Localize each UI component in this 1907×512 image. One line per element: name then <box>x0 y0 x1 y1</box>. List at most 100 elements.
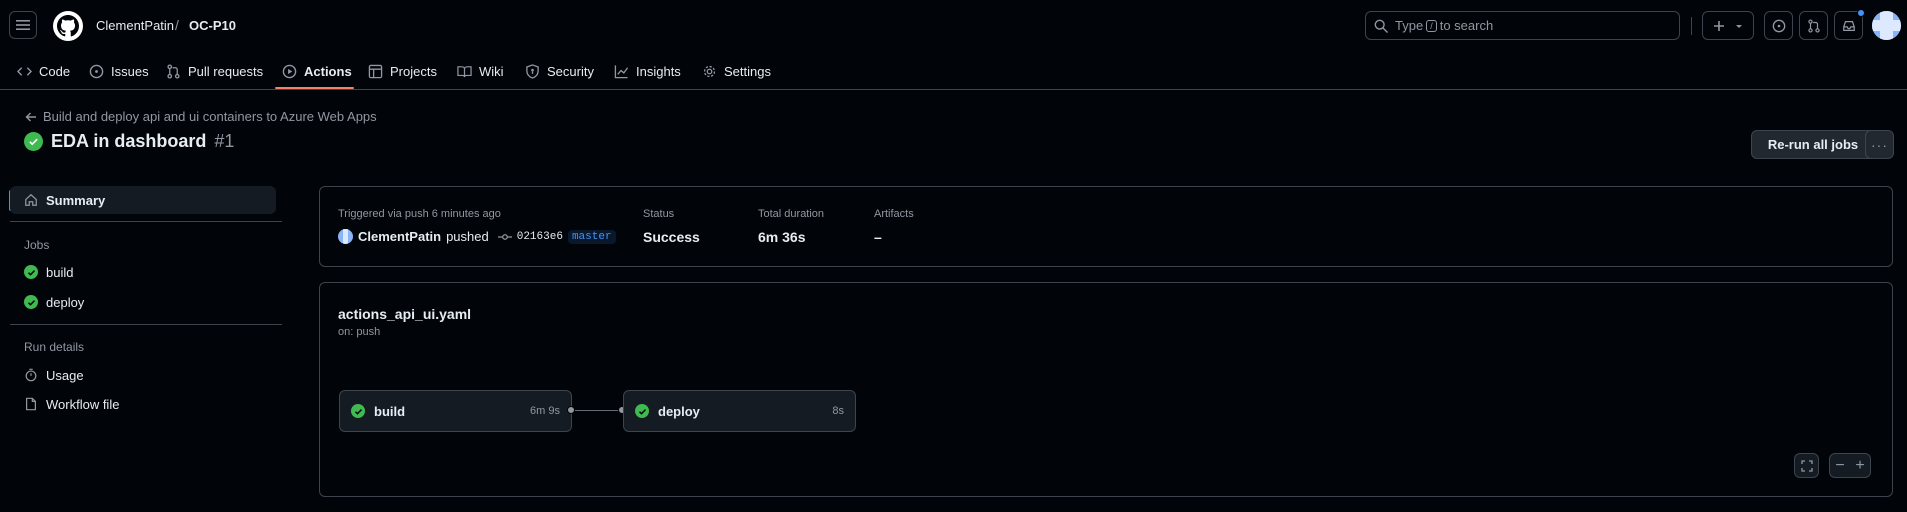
job-name: deploy <box>658 403 700 419</box>
zoom-out-button[interactable]: − <box>1835 457 1844 475</box>
search-shortcut-key: / <box>1426 19 1437 32</box>
success-check-icon <box>24 295 38 309</box>
sidebar-item-label: build <box>46 264 74 280</box>
your-pull-requests-button[interactable] <box>1799 11 1828 40</box>
zoom-controls: − + <box>1829 453 1871 478</box>
file-icon <box>26 397 36 411</box>
tab-projects-label: Projects <box>390 63 437 79</box>
tab-code[interactable]: Code <box>17 60 70 82</box>
menu-button[interactable] <box>9 11 37 39</box>
tab-actions-label: Actions <box>304 63 352 79</box>
active-tab-indicator <box>275 87 354 89</box>
jobs-heading: Jobs <box>24 238 50 252</box>
shield-icon <box>526 63 539 79</box>
tab-security[interactable]: Security <box>525 60 594 82</box>
user-avatar[interactable] <box>1872 11 1901 40</box>
run-summary-card: Triggered via push 6 minutes ago Clement… <box>319 186 1893 267</box>
screen-full-icon <box>1800 459 1813 472</box>
tab-insights-label: Insights <box>636 63 681 79</box>
job-card-build[interactable]: build 6m 9s <box>339 390 572 432</box>
job-name: build <box>374 403 406 419</box>
sidebar-divider <box>10 324 282 325</box>
search-icon <box>1374 19 1388 33</box>
arrow-left-icon <box>25 112 36 121</box>
github-logo-icon[interactable] <box>53 11 83 41</box>
sidebar-item-build[interactable]: build <box>10 258 276 286</box>
action-text: pushed <box>446 229 489 244</box>
sidebar-item-usage[interactable]: Usage <box>10 361 276 389</box>
artifacts-label: Artifacts <box>874 208 914 220</box>
tab-pull-requests[interactable]: Pull requests <box>166 60 263 82</box>
sidebar-item-label: deploy <box>46 294 85 310</box>
tab-wiki-label: Wiki <box>479 63 504 79</box>
hamburger-icon <box>16 20 30 30</box>
fullscreen-button[interactable] <box>1794 453 1819 478</box>
play-icon <box>282 64 297 78</box>
job-card-deploy[interactable]: deploy 8s <box>623 390 856 432</box>
sidebar-item-label: Usage <box>46 367 84 383</box>
search-input[interactable]: Type / to search <box>1365 11 1680 40</box>
status-value: Success <box>643 229 700 245</box>
global-header: ClementPatin / OC-P10 Type / to search <box>0 0 1907 52</box>
trigger-label: Triggered via push 6 minutes ago <box>338 208 501 220</box>
tab-wiki[interactable]: Wiki <box>457 60 504 82</box>
run-title-text: EDA in dashboard <box>51 131 207 151</box>
actor-avatar <box>338 229 353 244</box>
kebab-horizontal-icon: ··· <box>1871 136 1888 153</box>
trigger-details: ClementPatin pushed 02163e6 master <box>338 229 616 244</box>
search-placeholder-suffix: to search <box>1439 18 1494 33</box>
tab-issues-label: Issues <box>111 63 149 79</box>
branch-label[interactable]: master <box>567 229 616 244</box>
book-icon <box>457 65 472 77</box>
owner-link[interactable]: ClementPatin <box>96 18 174 33</box>
more-options-button[interactable]: ··· <box>1865 130 1894 159</box>
run-number: #1 <box>214 131 235 151</box>
your-issues-button[interactable] <box>1764 11 1793 40</box>
git-commit-icon <box>497 233 512 240</box>
duration-value: 6m 36s <box>758 229 806 245</box>
triangle-down-icon <box>1735 24 1742 28</box>
duration-label: Total duration <box>758 208 825 220</box>
search-placeholder-prefix: Type <box>1395 18 1424 33</box>
workflow-trigger: on: push <box>338 326 381 338</box>
sidebar-item-deploy[interactable]: deploy <box>10 288 276 316</box>
sidebar-divider <box>10 221 282 222</box>
gear-icon <box>703 65 716 77</box>
tab-settings[interactable]: Settings <box>702 60 771 82</box>
run-title: EDA in dashboard #1 <box>24 131 234 152</box>
status-label: Status <box>643 208 675 220</box>
success-check-icon <box>24 265 38 279</box>
pull-request-icon <box>167 63 180 79</box>
workflow-name: Build and deploy api and ui containers t… <box>43 109 377 124</box>
code-icon <box>17 66 32 76</box>
unread-notification-dot <box>1857 9 1865 17</box>
zoom-in-button[interactable]: + <box>1855 457 1864 475</box>
table-icon <box>368 64 383 78</box>
tab-actions[interactable]: Actions <box>282 60 352 82</box>
workflow-file-name: actions_api_ui.yaml <box>338 306 472 322</box>
pull-request-icon <box>1807 18 1820 33</box>
breadcrumb-separator: / <box>175 17 179 33</box>
notifications-button[interactable] <box>1834 9 1865 40</box>
sidebar-item-workflow-file[interactable]: Workflow file <box>10 390 276 418</box>
issue-opened-icon <box>1772 19 1785 32</box>
graph-icon <box>614 64 629 78</box>
repo-link[interactable]: OC-P10 <box>189 18 236 33</box>
sidebar-item-label: Workflow file <box>46 396 120 412</box>
actor-link[interactable]: ClementPatin <box>358 229 441 244</box>
issue-icon <box>89 64 104 78</box>
create-new-button[interactable] <box>1702 11 1754 40</box>
header-divider <box>1691 17 1692 35</box>
sidebar-item-label: Summary <box>46 192 106 208</box>
tab-projects[interactable]: Projects <box>368 60 437 82</box>
back-to-workflow-link[interactable]: Build and deploy api and ui containers t… <box>25 109 377 124</box>
tab-issues[interactable]: Issues <box>89 60 149 82</box>
commit-sha-link[interactable]: 02163e6 <box>517 231 563 243</box>
rerun-all-jobs-button[interactable]: Re-run all jobs <box>1751 130 1875 159</box>
tab-code-label: Code <box>39 63 71 79</box>
repo-navigation: Code Issues Pull requests Actions Projec… <box>0 52 1907 90</box>
tab-insights[interactable]: Insights <box>614 60 681 82</box>
sidebar-item-summary[interactable]: Summary <box>10 186 276 214</box>
tab-settings-label: Settings <box>724 63 771 79</box>
stopwatch-icon <box>25 368 37 382</box>
